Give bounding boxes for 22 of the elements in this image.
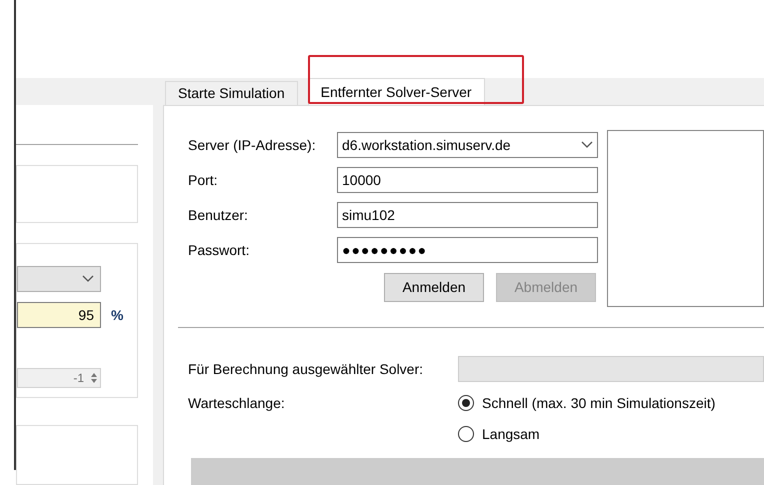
solver-label: Für Berechnung ausgewählter Solver:: [188, 360, 424, 379]
field-label: Passwort:: [188, 240, 250, 260]
tab[interactable]: Entfernter Solver-Server: [308, 78, 485, 105]
chevron-down-icon: [581, 141, 593, 149]
radio-option[interactable]: Schnell (max. 30 min Simulationszeit): [458, 391, 716, 415]
password-field[interactable]: ●●●●●●●●●: [337, 237, 598, 263]
percent-field[interactable]: 95: [17, 302, 101, 328]
input-field[interactable]: 10000: [337, 167, 598, 193]
input-field[interactable]: simu102: [337, 202, 598, 228]
radio-button[interactable]: [458, 426, 474, 442]
field-label: Server (IP-Adresse):: [188, 136, 317, 155]
field-label: Port:: [188, 170, 219, 190]
field-label: Benutzer:: [188, 206, 249, 224]
chevron-down-icon: [82, 275, 94, 283]
login-button[interactable]: Anmelden: [384, 273, 484, 302]
tab[interactable]: Starte Simulation: [165, 81, 298, 105]
list-box[interactable]: [607, 130, 764, 307]
server-combobox[interactable]: d6.workstation.simuserv.de: [337, 132, 598, 158]
radio-button[interactable]: [458, 395, 474, 411]
radio-option[interactable]: Langsam: [458, 422, 716, 446]
unit-label: %: [111, 306, 124, 324]
queue-label: Warteschlange:: [188, 394, 286, 413]
